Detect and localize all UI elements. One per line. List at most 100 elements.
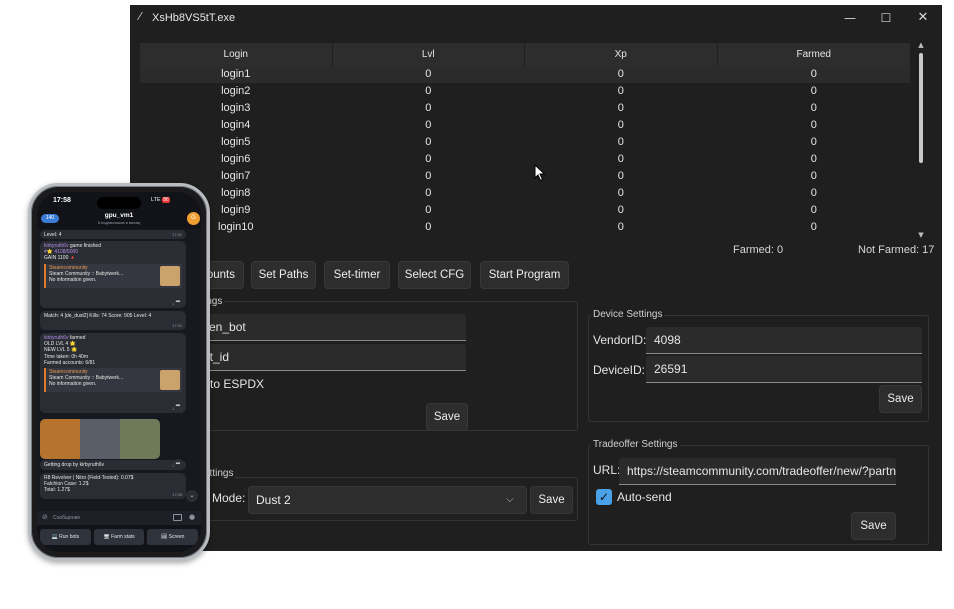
chat-name[interactable]: gpu_vm1 xyxy=(77,212,161,219)
device-id-field[interactable]: 26591 xyxy=(646,356,922,383)
link-preview-card[interactable]: Steamcommunity Steam Community :: Babytw… xyxy=(44,263,182,288)
cell-farmed: 0 xyxy=(810,221,817,233)
title-bar: ⁄ XsHb8VS5tT.exe — ☐ ✕ xyxy=(130,5,942,33)
espdx-checkbox-label[interactable]: to ESPDX xyxy=(210,377,264,391)
mouse-cursor-icon xyxy=(534,164,546,182)
tradeoffer-save-button[interactable]: Save xyxy=(851,512,896,540)
accounts-table: Login Lvl Xp Farmed login1 0 0 0 login2 0 0 0 … xyxy=(140,43,910,239)
link-preview-card[interactable]: Steamcommunity Steam Community :: Babytw… xyxy=(44,368,182,393)
phone-screen: 17:58 LTE 86 140 gpu_vm1 5 подписчиков в… xyxy=(37,192,201,552)
mode-save-button[interactable]: Save xyxy=(530,486,573,514)
cell-xp: 0 xyxy=(617,119,624,131)
back-button[interactable]: 140 xyxy=(41,214,59,223)
cell-lvl: 0 xyxy=(425,136,432,148)
cell-lvl: 0 xyxy=(425,187,432,199)
chat-avatar[interactable]: G xyxy=(187,212,200,225)
share-icon[interactable]: ➦ xyxy=(173,459,183,469)
column-header-login[interactable]: Login xyxy=(140,43,332,66)
cell-farmed: 0 xyxy=(810,68,817,80)
table-row[interactable]: login7 0 0 0 xyxy=(140,168,910,185)
cell-xp: 0 xyxy=(617,85,624,97)
device-settings-title: Device Settings xyxy=(591,309,665,320)
tradeoffer-url-field[interactable]: https://steamcommunity.com/tradeoffer/ne… xyxy=(619,458,896,485)
table-header: Login Lvl Xp Farmed xyxy=(140,43,910,66)
drop-item-image xyxy=(120,419,160,459)
column-header-xp[interactable]: Xp xyxy=(525,43,717,66)
table-row[interactable]: login6 0 0 0 xyxy=(140,151,910,168)
cell-lvl: 0 xyxy=(425,170,432,182)
select-cfg-button[interactable]: Select CFG xyxy=(398,261,471,289)
scroll-up-icon[interactable]: ▲ xyxy=(917,41,925,49)
share-icon[interactable]: ➦ xyxy=(173,297,183,307)
message-bubble: Getting drop by kirbyruth6v 17:56 xyxy=(40,460,186,470)
cell-lvl: 0 xyxy=(425,85,432,97)
scroll-down-button[interactable]: ⌄ xyxy=(186,490,198,502)
table-row[interactable]: login5 0 0 0 xyxy=(140,134,910,151)
run-bots-button[interactable]: 💻 Run bots xyxy=(40,529,91,545)
mode-select[interactable]: Dust 2 ⌵ xyxy=(248,486,527,514)
farm-stats-button[interactable]: 🖥 Farm stats xyxy=(93,529,145,545)
message-line: Farmed accounts: 6/81 xyxy=(44,359,96,366)
mode-label: Mode: xyxy=(212,491,246,505)
chat-id-field[interactable]: at_id xyxy=(195,344,466,371)
table-row[interactable]: login4 0 0 0 xyxy=(140,117,910,134)
bot-keyboard: 💻 Run bots 🖥 Farm stats 🖼 Screen xyxy=(37,527,201,549)
table-body: login1 0 0 0 login2 0 0 0 login3 0 0 0 login4 0 0 0 … xyxy=(140,66,910,236)
auto-send-checkbox[interactable]: ✓ xyxy=(596,489,612,505)
table-row[interactable]: login8 0 0 0 xyxy=(140,185,910,202)
keyboard-icon[interactable] xyxy=(173,514,182,521)
column-header-farmed[interactable]: Farmed xyxy=(717,43,910,66)
mic-icon[interactable]: ● xyxy=(189,513,195,521)
attach-icon[interactable]: ⊘ xyxy=(42,513,48,521)
battery-icon: 86 xyxy=(162,197,170,203)
message-bubble: R8 Revolver | Nitro (Field-Tested): 0.07… xyxy=(40,473,186,499)
maximize-button[interactable]: ☐ xyxy=(868,5,904,31)
preview-image xyxy=(160,370,180,391)
tradeoffer-settings-title: Tradeoffer Settings xyxy=(591,439,680,450)
scroll-down-icon[interactable]: ▼ xyxy=(917,231,925,239)
close-button[interactable]: ✕ xyxy=(905,5,941,31)
share-icon[interactable]: ➦ xyxy=(173,401,183,411)
cell-xp: 0 xyxy=(617,136,624,148)
message-time: 17:52 xyxy=(171,231,182,237)
start-program-button[interactable]: Start Program xyxy=(480,261,569,289)
cell-farmed: 0 xyxy=(810,102,817,114)
table-scrollbar[interactable]: ▲ ▼ xyxy=(915,41,927,241)
mode-select-value: Dust 2 xyxy=(256,493,291,507)
url-label: URL: xyxy=(593,463,621,477)
cell-farmed: 0 xyxy=(810,153,817,165)
bot-token-field[interactable]: ken_bot xyxy=(195,314,466,341)
table-row[interactable]: login1 0 0 0 xyxy=(140,66,910,83)
table-row[interactable]: login2 0 0 0 xyxy=(140,83,910,100)
message-input[interactable]: Сообщение xyxy=(53,515,80,521)
screen-button[interactable]: 🖼 Screen xyxy=(147,529,199,545)
table-row[interactable]: login3 0 0 0 xyxy=(140,100,910,117)
minimize-button[interactable]: — xyxy=(832,5,868,31)
telegram-save-button[interactable]: Save xyxy=(426,403,468,431)
table-row[interactable]: login10 0 0 0 xyxy=(140,219,910,236)
vendor-id-field[interactable]: 4098 xyxy=(646,327,922,354)
auto-send-label[interactable]: Auto-send xyxy=(617,490,672,504)
cell-farmed: 0 xyxy=(810,136,817,148)
column-header-lvl[interactable]: Lvl xyxy=(332,43,524,66)
message-bubble: kirbyruth6v game finished 4⭐ 4108/5000 G… xyxy=(40,241,186,308)
cell-lvl: 0 xyxy=(425,68,432,80)
drop-screenshot[interactable] xyxy=(40,419,160,459)
chat-header: 140 gpu_vm1 5 подписчиков в месяц G xyxy=(37,210,201,228)
message-line: Total: 1.27$ xyxy=(44,487,70,494)
scroll-thumb[interactable] xyxy=(919,53,923,163)
set-paths-button[interactable]: Set Paths xyxy=(251,261,316,289)
cell-farmed: 0 xyxy=(810,85,817,97)
cell-login: login3 xyxy=(221,102,251,114)
cell-xp: 0 xyxy=(617,187,624,199)
cell-xp: 0 xyxy=(617,170,624,182)
chat-feed[interactable]: Level: 4 17:52 kirbyruth6v game finished… xyxy=(37,229,201,511)
set-timer-button[interactable]: Set-timer xyxy=(324,261,390,289)
cell-lvl: 0 xyxy=(425,102,432,114)
device-save-button[interactable]: Save xyxy=(879,385,922,413)
message-text: Match: 4 [de_dust2] Kills: 74 Score: 905… xyxy=(44,313,152,319)
table-row[interactable]: login9 0 0 0 xyxy=(140,202,910,219)
cell-xp: 0 xyxy=(617,68,624,80)
phone-clock: 17:58 xyxy=(53,197,71,204)
message-input-bar[interactable]: ⊘ Сообщение ● xyxy=(37,511,201,525)
